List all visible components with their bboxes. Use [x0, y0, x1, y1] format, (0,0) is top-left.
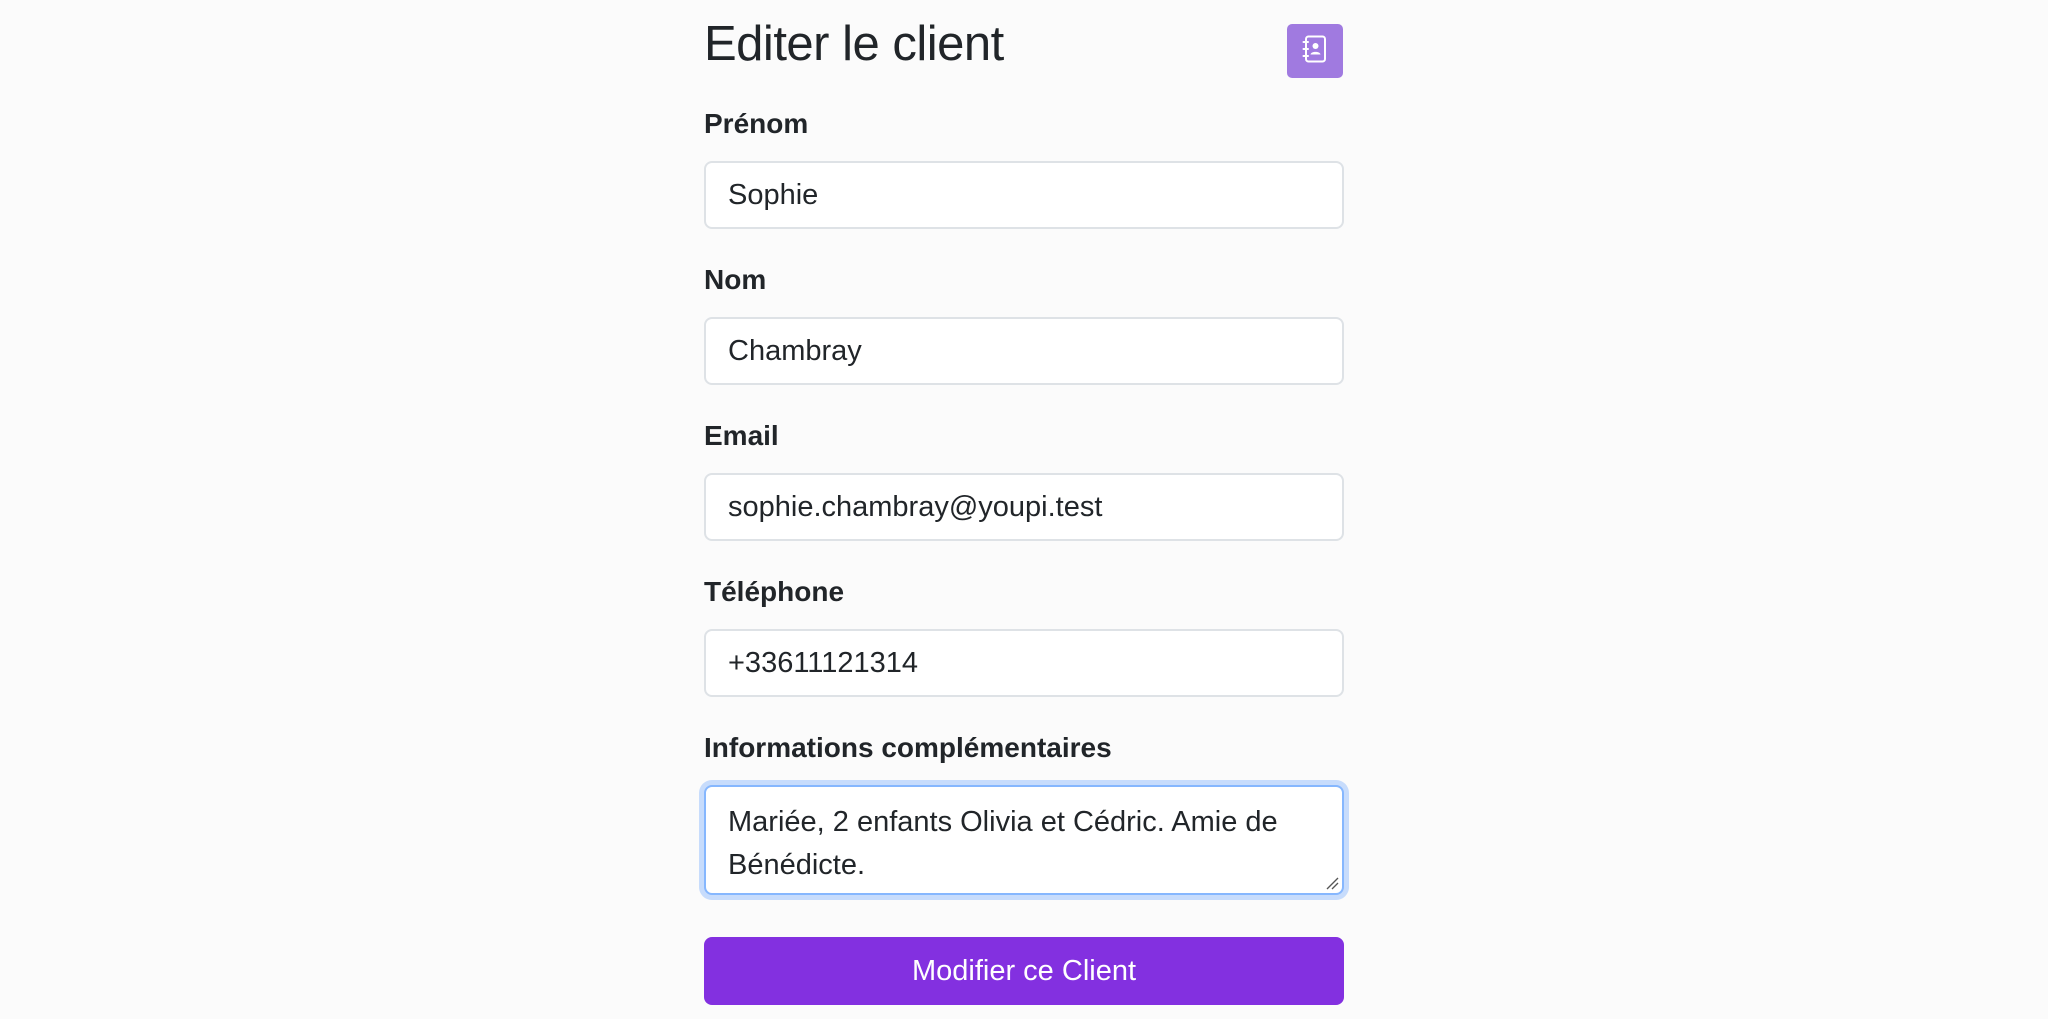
page-title: Editer le client — [704, 17, 1004, 71]
phone-label: Téléphone — [704, 576, 845, 607]
page: Editer le client Prénom Sophie Nom Chamb… — [0, 0, 2048, 1019]
page-header: Editer le client — [704, 0, 1344, 92]
last-name-label: Nom — [704, 264, 767, 295]
email-label: Email — [704, 420, 779, 451]
phone-input[interactable]: +33611121314 — [704, 629, 1344, 697]
notes-label: Informations complémentaires — [704, 732, 1112, 763]
submit-button[interactable]: Modifier ce Client — [704, 937, 1344, 1005]
last-name-input[interactable]: Chambray — [704, 317, 1344, 385]
resize-handle-icon[interactable] — [1325, 876, 1339, 890]
first-name-label: Prénom — [704, 108, 809, 139]
notes-textarea[interactable]: Mariée, 2 enfants Olivia et Cédric. Amie… — [704, 785, 1344, 895]
edit-client-form: Editer le client Prénom Sophie Nom Chamb… — [704, 0, 1344, 1005]
email-input[interactable]: sophie.chambray@youpi.test — [704, 473, 1344, 541]
address-book-button[interactable] — [1287, 24, 1343, 78]
address-book-icon — [1302, 35, 1328, 68]
first-name-input[interactable]: Sophie — [704, 161, 1344, 229]
notes-text: Mariée, 2 enfants Olivia et Cédric. Amie… — [728, 806, 1278, 881]
